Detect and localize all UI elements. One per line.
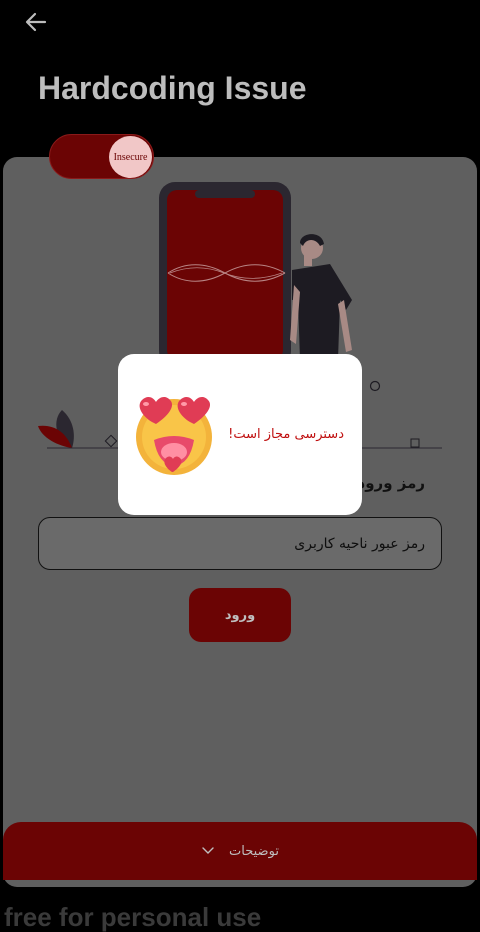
watermark-text: free for personal use <box>4 902 262 932</box>
arrow-left-icon <box>25 12 47 32</box>
dialog-message: دسترسی مجاز است! <box>228 427 344 442</box>
password-value: رمز عبور ناحیه کاربری <box>294 535 425 552</box>
insecure-toggle[interactable]: Insecure <box>49 134 154 179</box>
chevron-down-icon <box>202 847 214 854</box>
description-bar[interactable]: توضیحات <box>3 822 477 880</box>
password-field[interactable]: رمز عبور ناحیه کاربری <box>38 517 442 570</box>
access-granted-dialog: دسترسی مجاز است! <box>118 354 362 515</box>
heart-eyes-emoji-icon <box>136 396 212 475</box>
toggle-knob: Insecure <box>109 136 152 178</box>
login-button-label: ورود <box>224 607 256 623</box>
back-button[interactable] <box>22 8 50 36</box>
description-label: توضیحات <box>229 843 279 859</box>
toggle-label: Insecure <box>113 151 148 163</box>
login-button[interactable]: ورود <box>189 588 291 642</box>
login-heading: رمز ورود <box>357 474 425 492</box>
page-title: Hardcoding Issue <box>38 70 307 106</box>
